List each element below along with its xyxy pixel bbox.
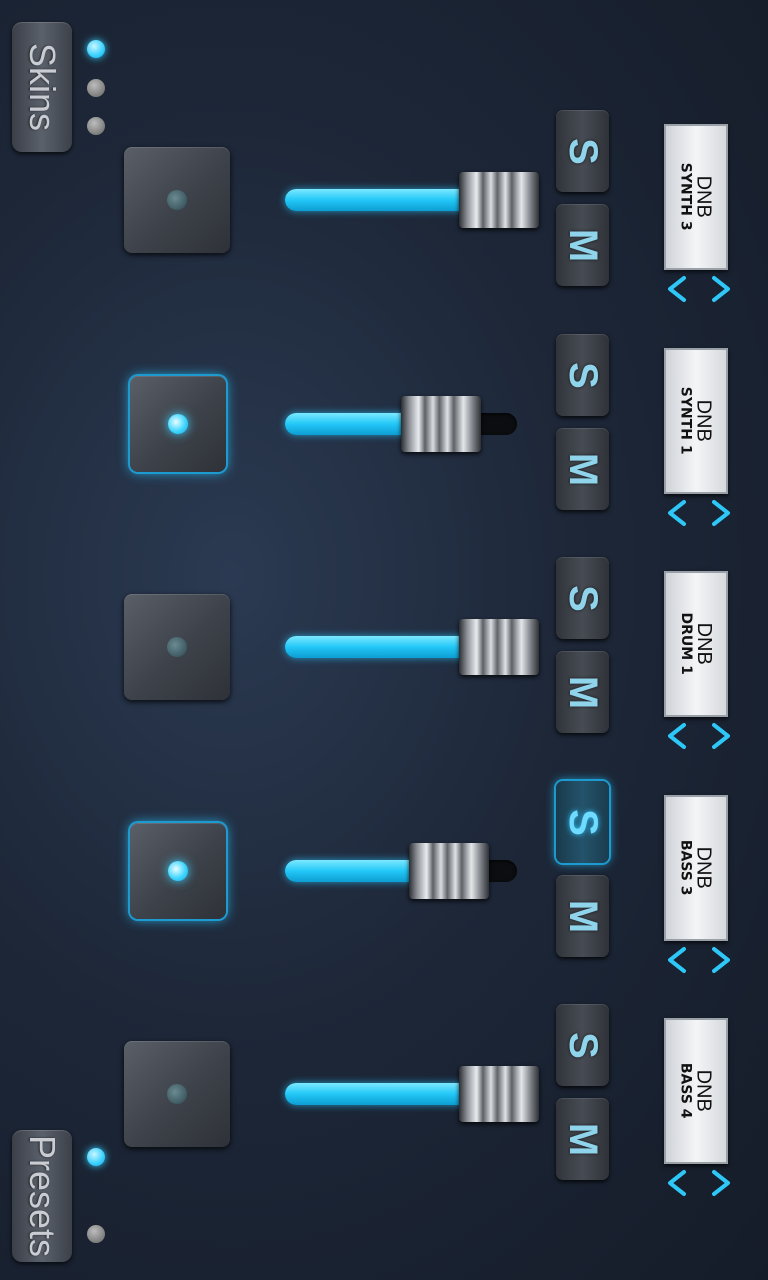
channel-name-line1: DNB: [692, 175, 715, 219]
mute-button[interactable]: M: [556, 428, 609, 510]
chevron-left-icon[interactable]: [662, 721, 692, 751]
channel-pad-toggle[interactable]: [130, 823, 226, 919]
chevron-right-icon[interactable]: [706, 274, 736, 304]
solo-button[interactable]: S: [556, 781, 609, 863]
volume-slider-thumb[interactable]: [401, 396, 481, 452]
mute-button[interactable]: M: [556, 1098, 609, 1180]
preset-dot-1[interactable]: [87, 1148, 105, 1166]
preset-dot-2[interactable]: [87, 1225, 105, 1243]
skins-label: Skins: [22, 42, 63, 132]
solo-button[interactable]: S: [556, 334, 609, 416]
solo-label: S: [561, 1031, 605, 1059]
solo-label: S: [561, 137, 605, 165]
channel-name-line2: BASS 4: [677, 1063, 694, 1119]
chevron-left-icon[interactable]: [662, 945, 692, 975]
page-dot-3[interactable]: [87, 117, 105, 135]
mute-button[interactable]: M: [556, 651, 609, 733]
chevron-left-icon[interactable]: [662, 274, 692, 304]
page-dot-2[interactable]: [87, 79, 105, 97]
channel-pad-toggle[interactable]: [124, 147, 230, 253]
solo-button[interactable]: S: [556, 557, 609, 639]
channel-pad-toggle[interactable]: [130, 376, 226, 472]
mute-button[interactable]: M: [556, 875, 609, 957]
mute-label: M: [560, 675, 605, 709]
mute-label: M: [560, 1122, 605, 1156]
pad-led-icon: [168, 414, 188, 434]
solo-label: S: [561, 808, 605, 836]
volume-slider-fill: [285, 189, 479, 211]
volume-slider-thumb[interactable]: [459, 172, 539, 228]
pad-led-icon: [168, 861, 188, 881]
channel-name-label: DNB SYNTH 3: [664, 124, 728, 270]
channel-name-line2: DRUM 1: [677, 612, 694, 676]
channel-name-line1: DNB: [692, 1069, 715, 1113]
pad-led-icon: [167, 637, 187, 657]
chevron-right-icon[interactable]: [706, 945, 736, 975]
channel-name-label: DNB DRUM 1: [664, 571, 728, 717]
chevron-right-icon[interactable]: [706, 1168, 736, 1198]
channel-name-label: DNB BASS 4: [664, 1018, 728, 1164]
solo-label: S: [561, 361, 605, 389]
channel-name-line2: BASS 3: [677, 840, 694, 896]
channel-pad-toggle[interactable]: [124, 594, 230, 700]
chevron-right-icon[interactable]: [706, 498, 736, 528]
pad-led-icon: [167, 1084, 187, 1104]
presets-label: Presets: [22, 1134, 64, 1258]
mute-label: M: [560, 899, 605, 933]
mute-label: M: [560, 452, 605, 486]
volume-slider-thumb[interactable]: [459, 1066, 539, 1122]
chevron-left-icon[interactable]: [662, 1168, 692, 1198]
volume-slider-fill: [285, 860, 430, 882]
volume-slider-thumb[interactable]: [459, 619, 539, 675]
mute-button[interactable]: M: [556, 204, 609, 286]
pad-led-icon: [167, 190, 187, 210]
solo-button[interactable]: S: [556, 110, 609, 192]
volume-slider-thumb[interactable]: [409, 843, 490, 899]
channel-name-label: DNB BASS 3: [664, 795, 728, 941]
chevron-right-icon[interactable]: [706, 721, 736, 751]
channel-name-line2: SYNTH 3: [677, 163, 694, 231]
page-dot-1[interactable]: [87, 40, 105, 58]
solo-label: S: [561, 584, 605, 612]
solo-button[interactable]: S: [556, 1004, 609, 1086]
chevron-left-icon[interactable]: [662, 498, 692, 528]
skins-button[interactable]: Skins: [12, 22, 72, 152]
channel-name-line1: DNB: [692, 622, 715, 666]
volume-slider-fill: [285, 636, 479, 658]
presets-button[interactable]: Presets: [12, 1130, 72, 1262]
volume-slider-fill: [285, 1083, 479, 1105]
channel-pad-toggle[interactable]: [124, 1041, 230, 1147]
channel-name-line1: DNB: [692, 846, 715, 890]
channel-name-line1: DNB: [692, 399, 715, 443]
mute-label: M: [560, 228, 605, 262]
channel-name-label: DNB SYNTH 1: [664, 348, 728, 494]
channel-name-line2: SYNTH 1: [677, 387, 694, 455]
